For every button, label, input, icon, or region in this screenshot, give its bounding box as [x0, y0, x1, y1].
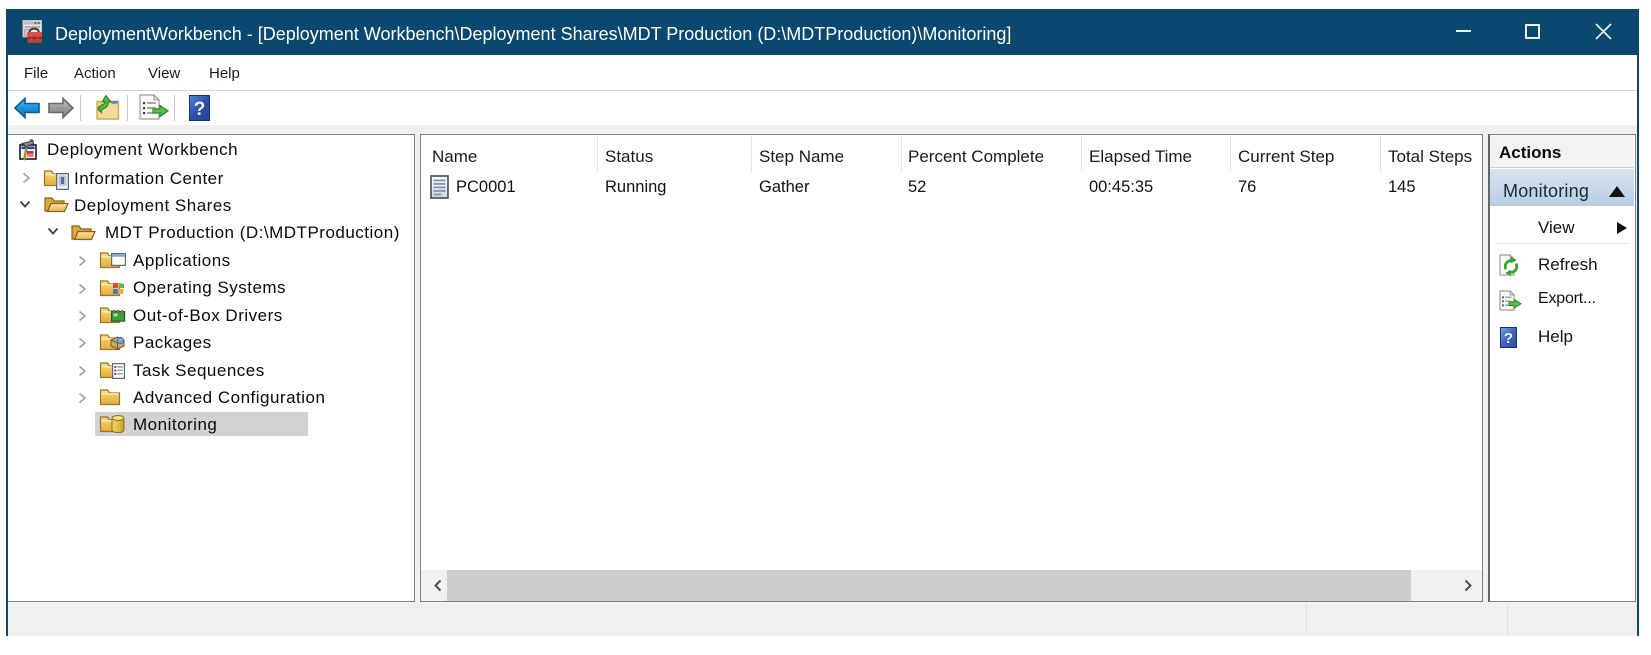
svg-text:?: ?: [194, 99, 206, 120]
svg-text:?: ?: [1504, 330, 1513, 347]
